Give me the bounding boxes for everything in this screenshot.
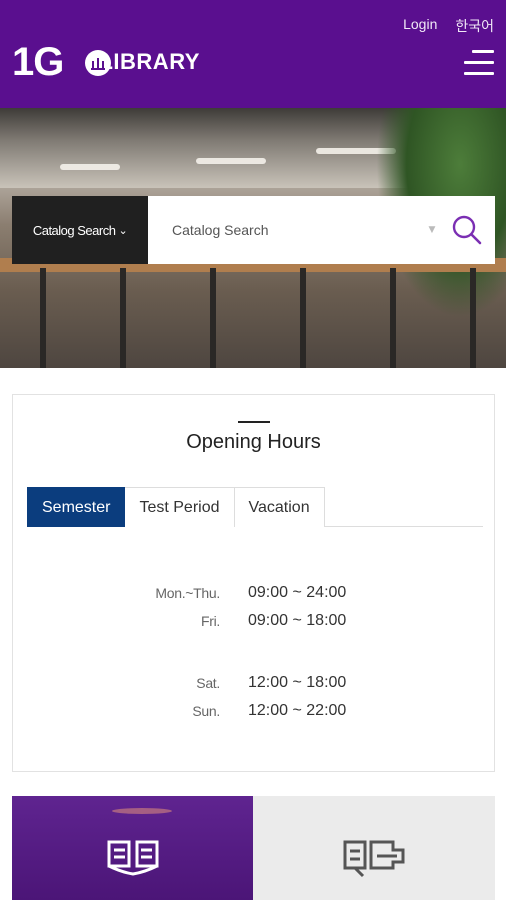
- table-leg: [470, 268, 476, 368]
- tab-semester[interactable]: Semester: [27, 487, 126, 527]
- hours-time: 12:00 ~ 22:00: [248, 702, 347, 719]
- search-scope-select[interactable]: Catalog Search ⌄: [12, 196, 148, 264]
- logo-g-mark: G: [63, 40, 112, 84]
- menu-line: [464, 72, 494, 75]
- tab-vacation[interactable]: Vacation: [234, 487, 325, 527]
- site-header: Login 한국어 1G G LIBRARY: [0, 0, 506, 108]
- hours-tabs: Semester Test Period Vacation: [27, 487, 483, 527]
- logo-number: 1G: [12, 40, 64, 84]
- table-leg: [390, 268, 396, 368]
- menu-line: [472, 50, 494, 53]
- hours-row: Sun. 12:00 ~ 22:00: [13, 699, 494, 723]
- title-divider: [238, 421, 270, 423]
- table-leg: [120, 268, 126, 368]
- catalog-search-bar: Catalog Search ⌄ ▼: [12, 196, 495, 264]
- hours-day: Fri.: [200, 613, 220, 629]
- table-leg: [210, 268, 216, 368]
- tile-glow: [112, 808, 172, 814]
- hours-row: Mon.~Thu. 09:00 ~ 24:00: [13, 581, 494, 605]
- logo-text: LIBRARY: [99, 49, 200, 74]
- ceiling-light: [60, 164, 120, 170]
- book-return-icon: [343, 840, 405, 878]
- search-input[interactable]: [148, 196, 425, 264]
- menu-line: [464, 61, 494, 64]
- site-logo[interactable]: 1G G LIBRARY: [12, 40, 200, 84]
- table-leg: [40, 268, 46, 368]
- open-book-icon: [107, 840, 158, 876]
- tab-test-period[interactable]: Test Period: [125, 487, 235, 527]
- hours-time: 09:00 ~ 18:00: [248, 612, 347, 629]
- opening-hours-card: Opening Hours Semester Test Period Vacat…: [12, 394, 495, 772]
- login-link[interactable]: Login: [403, 16, 437, 36]
- table-leg: [300, 268, 306, 368]
- quick-tile-book[interactable]: [12, 796, 253, 900]
- dropdown-arrow-icon[interactable]: ▼: [425, 196, 439, 264]
- hours-row: Fri. 09:00 ~ 18:00: [13, 609, 494, 633]
- chevron-down-icon: ⌄: [118, 224, 128, 237]
- hours-day: Sun.: [192, 703, 220, 719]
- hours-time: 12:00 ~ 18:00: [248, 674, 347, 691]
- hamburger-menu-icon[interactable]: [464, 50, 494, 76]
- top-links: Login 한국어: [403, 16, 494, 36]
- search-scope-label: Catalog Search: [32, 222, 116, 238]
- hours-day: Sat.: [196, 675, 220, 691]
- hours-time: 09:00 ~ 24:00: [248, 584, 347, 601]
- language-link[interactable]: 한국어: [455, 16, 494, 36]
- ceiling-light: [196, 158, 266, 164]
- quick-tile-return[interactable]: [253, 796, 495, 900]
- magnifier-icon: [452, 215, 482, 245]
- hours-row: Sat. 12:00 ~ 18:00: [13, 671, 494, 695]
- search-button[interactable]: [439, 196, 495, 264]
- hours-day: Mon.~Thu.: [155, 585, 220, 601]
- opening-hours-title: Opening Hours: [186, 431, 321, 453]
